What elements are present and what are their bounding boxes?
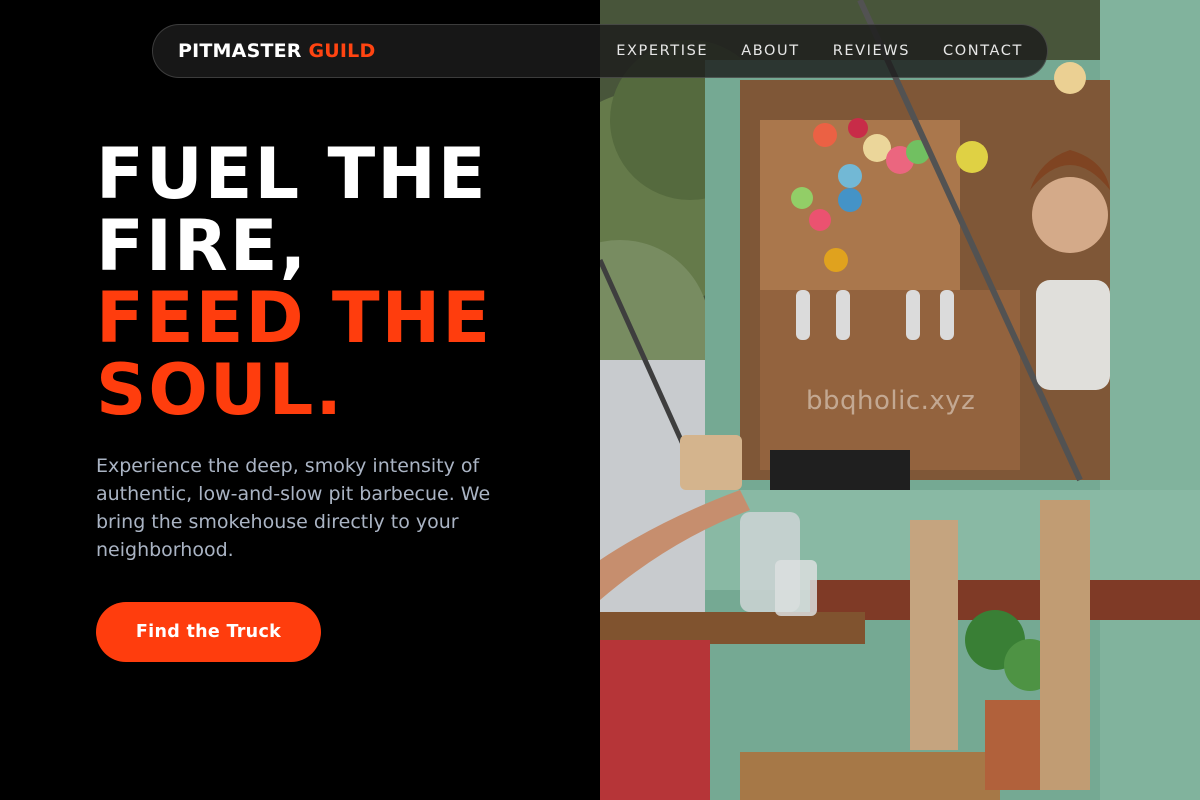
headline-line-1: FUEL THE (96, 133, 488, 215)
nav-menu: EXPERTISE ABOUT REVIEWS CONTACT (616, 43, 1023, 59)
top-navbar: PITMASTER GUILD EXPERTISE ABOUT REVIEWS … (152, 24, 1048, 78)
hero-headline: FUEL THE FIRE, FEED THE SOUL. (96, 138, 492, 426)
brand-logo[interactable]: PITMASTER GUILD (178, 40, 375, 62)
nav-link-reviews[interactable]: REVIEWS (833, 43, 910, 59)
brand-name-part1: PITMASTER (178, 40, 302, 62)
headline-line-2: FIRE, (96, 205, 309, 287)
nav-link-about[interactable]: ABOUT (741, 43, 800, 59)
hero-description: Experience the deep, smoky intensity of … (96, 455, 491, 561)
find-the-truck-button[interactable]: Find the Truck (96, 602, 321, 662)
photo-watermark: bbqholic.xyz (806, 386, 976, 416)
headline-line-3: FEED THE (96, 277, 493, 359)
nav-link-contact[interactable]: CONTACT (943, 43, 1023, 59)
nav-link-expertise[interactable]: EXPERTISE (616, 43, 708, 59)
brand-name-part2: GUILD (308, 40, 376, 62)
headline-line-4: SOUL. (96, 349, 344, 431)
